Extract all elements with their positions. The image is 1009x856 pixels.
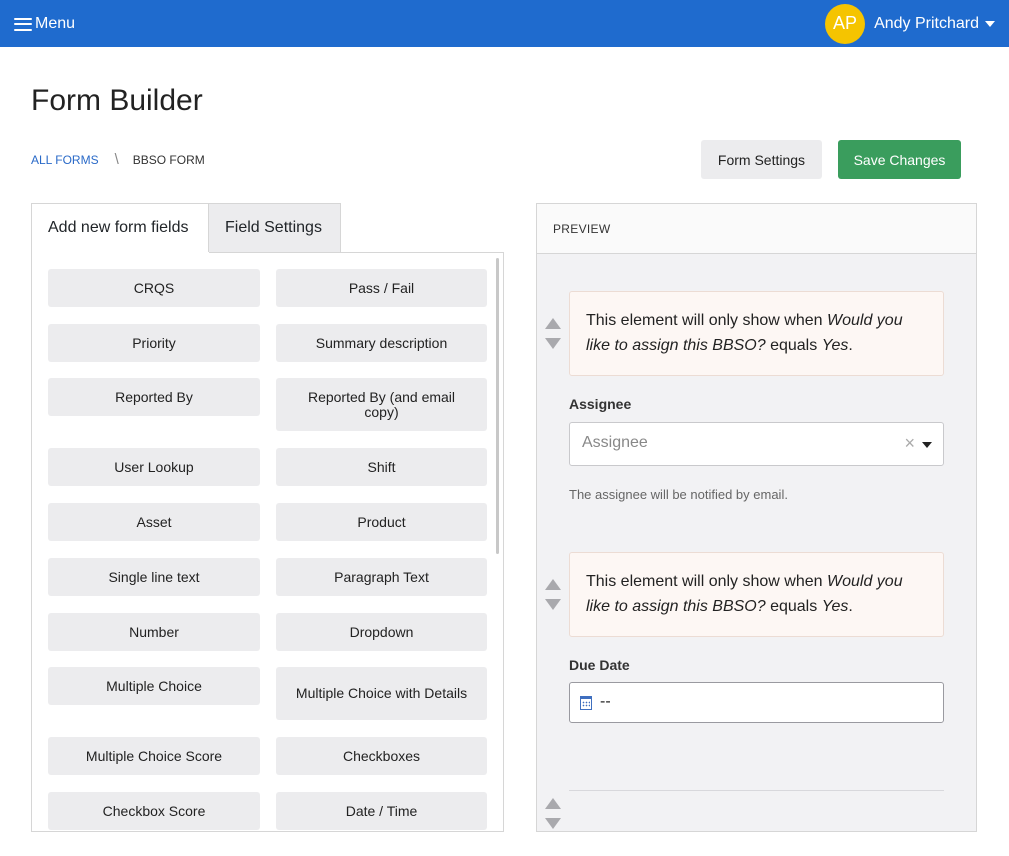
- hamburger-icon: [14, 17, 32, 31]
- condition-prefix: This element will only show when: [586, 312, 827, 329]
- move-up-arrow-icon[interactable]: [545, 798, 561, 809]
- condition-suffix: .: [848, 598, 853, 615]
- field-palette-panel: CRQS Pass / Fail Priority Summary descri…: [31, 252, 504, 832]
- reorder-controls: [545, 798, 561, 829]
- field-tabs: Add new form fields Field Settings: [31, 203, 341, 253]
- field-type-button[interactable]: Shift: [276, 448, 487, 486]
- user-menu[interactable]: AP Andy Pritchard: [825, 3, 995, 44]
- reorder-controls: [545, 579, 561, 610]
- condition-value: Yes: [821, 337, 849, 354]
- field-type-button[interactable]: Reported By (and email copy): [276, 378, 487, 431]
- conditional-visibility-notice: This element will only show when Would y…: [569, 291, 944, 376]
- field-type-button[interactable]: Single line text: [48, 558, 260, 596]
- tab-add-new-form-fields[interactable]: Add new form fields: [31, 203, 209, 253]
- breadcrumb-current: BBSO FORM: [132, 152, 205, 167]
- calendar-icon[interactable]: [580, 696, 592, 710]
- field-type-button[interactable]: User Lookup: [48, 448, 260, 486]
- due-date-label: Due Date: [569, 657, 630, 673]
- due-date-value: --: [600, 693, 611, 710]
- field-palette-scrollbar[interactable]: [496, 258, 499, 554]
- field-type-button[interactable]: Date / Time: [276, 792, 487, 830]
- condition-prefix: This element will only show when: [586, 573, 827, 590]
- tab-field-settings[interactable]: Field Settings: [209, 203, 341, 253]
- field-type-button[interactable]: Pass / Fail: [276, 269, 487, 307]
- conditional-visibility-notice: This element will only show when Would y…: [569, 552, 944, 637]
- field-type-button[interactable]: CRQS: [48, 269, 260, 307]
- clear-icon[interactable]: ×: [904, 433, 915, 454]
- assignee-placeholder: Assignee: [582, 434, 648, 451]
- chevron-down-icon[interactable]: [922, 442, 932, 448]
- field-type-button[interactable]: Summary description: [276, 324, 487, 362]
- due-date-input[interactable]: --: [569, 682, 944, 723]
- field-type-button[interactable]: Product: [276, 503, 487, 541]
- field-type-button[interactable]: Dropdown: [276, 613, 487, 651]
- menu-label: Menu: [35, 15, 76, 32]
- move-down-arrow-icon[interactable]: [545, 338, 561, 349]
- assignee-label: Assignee: [569, 396, 632, 412]
- avatar: AP: [825, 3, 866, 44]
- field-type-button[interactable]: Multiple Choice with Details: [276, 667, 487, 720]
- save-changes-button[interactable]: Save Changes: [838, 140, 961, 179]
- reorder-controls: [545, 318, 561, 349]
- top-navigation-bar: Menu AP Andy Pritchard: [0, 0, 1009, 47]
- breadcrumb: ALL FORMS \ BBSO FORM: [31, 151, 205, 168]
- move-down-arrow-icon[interactable]: [545, 818, 561, 829]
- field-type-button[interactable]: Number: [48, 613, 260, 651]
- move-down-arrow-icon[interactable]: [545, 599, 561, 610]
- field-type-button[interactable]: Reported By: [48, 378, 260, 416]
- condition-value: Yes: [821, 598, 849, 615]
- breadcrumb-all-forms-link[interactable]: ALL FORMS: [31, 153, 99, 167]
- field-type-button[interactable]: Checkbox Score: [48, 792, 260, 830]
- field-type-button[interactable]: Multiple Choice Score: [48, 737, 260, 775]
- assignee-help-text: The assignee will be notified by email.: [569, 487, 788, 502]
- preview-header: PREVIEW: [537, 204, 976, 254]
- caret-down-icon: [985, 20, 995, 27]
- field-type-button[interactable]: Multiple Choice: [48, 667, 260, 705]
- field-type-button[interactable]: Checkboxes: [276, 737, 487, 775]
- condition-middle: equals: [765, 337, 822, 354]
- field-type-button[interactable]: Paragraph Text: [276, 558, 487, 596]
- preview-divider: [569, 790, 944, 791]
- condition-middle: equals: [765, 598, 822, 615]
- user-name: Andy Pritchard: [874, 14, 979, 32]
- page-title: Form Builder: [31, 84, 203, 117]
- menu-button[interactable]: Menu: [14, 13, 75, 35]
- preview-panel: PREVIEW This element will only show when…: [536, 203, 977, 832]
- condition-suffix: .: [848, 337, 853, 354]
- move-up-arrow-icon[interactable]: [545, 579, 561, 590]
- move-up-arrow-icon[interactable]: [545, 318, 561, 329]
- field-type-button[interactable]: Priority: [48, 324, 260, 362]
- assignee-select[interactable]: Assignee ×: [569, 422, 944, 466]
- breadcrumb-separator: \: [114, 151, 119, 168]
- form-settings-button[interactable]: Form Settings: [701, 140, 822, 179]
- field-type-button[interactable]: Asset: [48, 503, 260, 541]
